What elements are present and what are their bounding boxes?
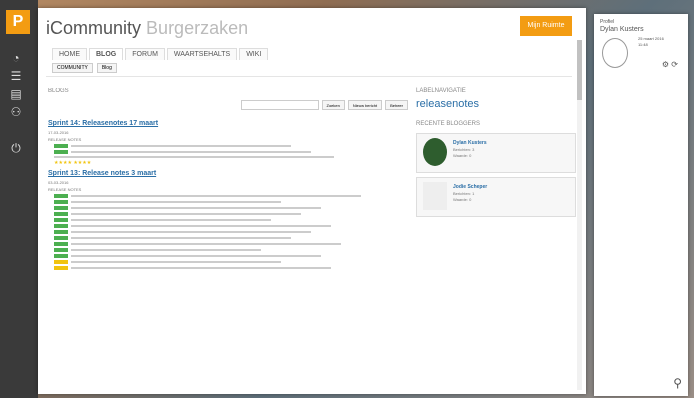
tab-bar: HOME BLOG FORUM WAARTSEHALTS WIKI	[52, 48, 269, 60]
blogger-name[interactable]: Dylan Kusters	[453, 140, 487, 146]
app-logo[interactable]: P	[6, 10, 30, 34]
blogger-meta: Berichten: 3 Waarde: 0	[453, 147, 475, 158]
list-item	[54, 254, 408, 258]
people-icon[interactable]: ⚇	[8, 104, 24, 120]
list-item	[54, 260, 408, 264]
scrollbar[interactable]	[577, 40, 582, 390]
tab-home[interactable]: HOME	[52, 48, 87, 60]
list-item	[54, 248, 408, 252]
list-item	[54, 156, 408, 158]
list-item	[54, 230, 408, 234]
tag-cloud[interactable]: releasenotes	[416, 98, 576, 111]
blogger-card[interactable]: Jodie Scheper Berichten: 1 Waarde: 0	[416, 177, 576, 217]
post-title[interactable]: Sprint 13: Release notes 3 maart	[48, 170, 408, 177]
manage-button[interactable]: Beheer	[385, 100, 408, 110]
list-item	[54, 194, 408, 198]
recent-bloggers-heading: RECENTE BLOGGERS	[416, 121, 481, 127]
labels-heading: LABELNAVIGATIE	[416, 88, 466, 94]
list-item	[54, 236, 408, 240]
post-category[interactable]: RELEASE NOTES	[48, 137, 408, 142]
breadcrumb: COMMUNITY Blog	[52, 63, 117, 73]
avatar	[423, 138, 447, 166]
tag-releasenotes[interactable]: releasenotes	[416, 98, 479, 110]
list-item	[54, 218, 408, 222]
list-item	[54, 150, 408, 154]
rating[interactable]: ★★★★ ★★★★	[54, 160, 408, 166]
avatar-placeholder-icon	[423, 182, 447, 210]
search-input[interactable]	[240, 100, 319, 110]
profile-datetime: 25 maart 2016 11:48	[638, 36, 664, 47]
blog-tools: Zoeken Nieuw bericht Beheer	[48, 100, 408, 110]
list-item	[54, 242, 408, 246]
document-icon[interactable]: ▤	[8, 86, 24, 102]
post-date: 17-03-2016	[48, 130, 69, 135]
blog-list: BLOGS Zoeken Nieuw bericht Beheer Sprint…	[48, 88, 408, 388]
my-space-button[interactable]: Mijn Ruimte	[520, 16, 572, 36]
tab-forum[interactable]: FORUM	[125, 48, 165, 60]
profile-name: Dylan Kusters	[600, 26, 644, 33]
search-button[interactable]: Zoeken	[321, 100, 345, 110]
breadcrumb-blog[interactable]: Blog	[96, 63, 117, 73]
blogger-card[interactable]: Dylan Kusters Berichten: 3 Waarde: 0	[416, 133, 576, 173]
tab-waartsehalts[interactable]: WAARTSEHALTS	[166, 48, 238, 60]
page-title: iCommunity Burgerzaken	[46, 18, 249, 38]
community-window: iCommunity Burgerzaken Mijn Ruimte HOME …	[38, 8, 586, 394]
list-item	[54, 212, 408, 216]
profile-heading: Profiel	[600, 19, 615, 25]
dashboard-icon[interactable]: ◔	[8, 50, 24, 66]
divider	[46, 76, 572, 77]
user-search-icon[interactable]: ⚲	[673, 376, 682, 390]
list-item	[54, 200, 408, 204]
section-label: BLOGS	[48, 88, 69, 94]
right-sidebar: LABELNAVIGATIE releasenotes RECENTE BLOG…	[416, 88, 576, 221]
profile-avatar-icon[interactable]	[602, 38, 628, 68]
settings-icon[interactable]: ⚙ ⟳	[662, 60, 678, 69]
post-category[interactable]: RELEASE NOTES	[48, 187, 408, 192]
profile-panel: Profiel Dylan Kusters 25 maart 2016 11:48…	[594, 14, 688, 396]
new-post-button[interactable]: Nieuw bericht	[347, 100, 383, 110]
breadcrumb-community[interactable]: COMMUNITY	[52, 63, 93, 73]
post-title[interactable]: Sprint 14: Releasenotes 17 maart	[48, 120, 408, 127]
tab-blog[interactable]: BLOG	[89, 48, 124, 60]
list-item	[54, 144, 408, 148]
blogger-name[interactable]: Jodie Scheper	[453, 184, 487, 190]
list-item	[54, 266, 408, 270]
list-icon[interactable]: ☰	[8, 68, 24, 84]
post-date: 03-03-2016	[48, 180, 69, 185]
tab-wiki[interactable]: WIKI	[239, 48, 269, 60]
list-item	[54, 206, 408, 210]
list-item	[54, 224, 408, 228]
power-icon[interactable]: ⏻	[8, 140, 24, 156]
left-rail: P ◔ ☰ ▤ ⚇ ⏻	[0, 0, 38, 398]
blogger-meta: Berichten: 1 Waarde: 0	[453, 191, 475, 202]
